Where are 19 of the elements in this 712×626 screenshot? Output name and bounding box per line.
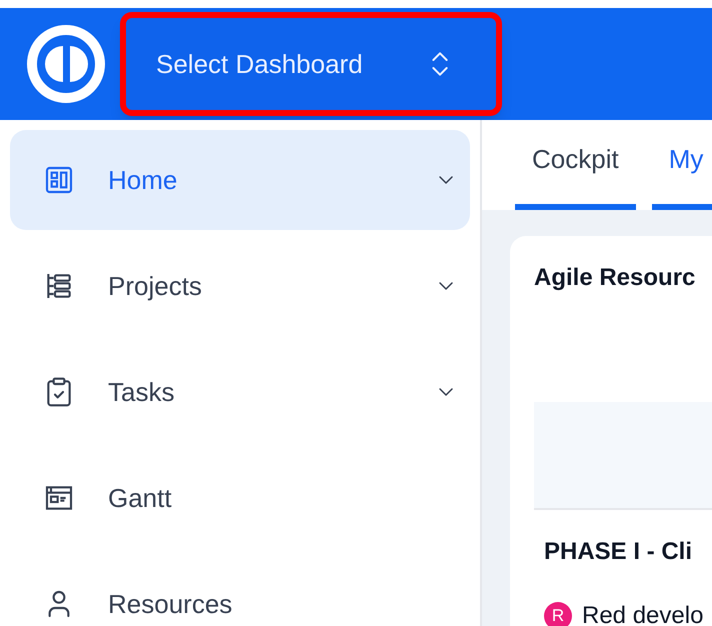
- dashboard-icon: [43, 164, 75, 196]
- tab[interactable]: My: [652, 120, 712, 210]
- sidebar-label: Gantt: [108, 482, 173, 514]
- sidebar-item[interactable]: Gantt: [10, 448, 470, 548]
- sidebar-label: Projects: [108, 270, 203, 302]
- dashboard-select[interactable]: Select Dashboard: [120, 12, 502, 116]
- phase-title: PHASE I - Cli: [543, 537, 694, 567]
- tab[interactable]: Cockpit: [515, 120, 636, 210]
- sidebar-item[interactable]: Resources: [10, 554, 470, 626]
- sidebar-item[interactable]: Projects: [10, 236, 470, 336]
- resource-name: Red develo: [582, 601, 704, 626]
- logo-icon: [26, 24, 106, 104]
- avatar: R: [544, 602, 572, 626]
- sidebar-label: Tasks: [108, 376, 176, 408]
- sidebar-item[interactable]: Tasks: [10, 342, 470, 442]
- card-title: Agile Resourc: [534, 263, 696, 293]
- sidebar-label: Resources: [108, 588, 234, 620]
- sidebar-label: Home: [108, 164, 178, 196]
- sidebar-item[interactable]: Home: [10, 130, 470, 230]
